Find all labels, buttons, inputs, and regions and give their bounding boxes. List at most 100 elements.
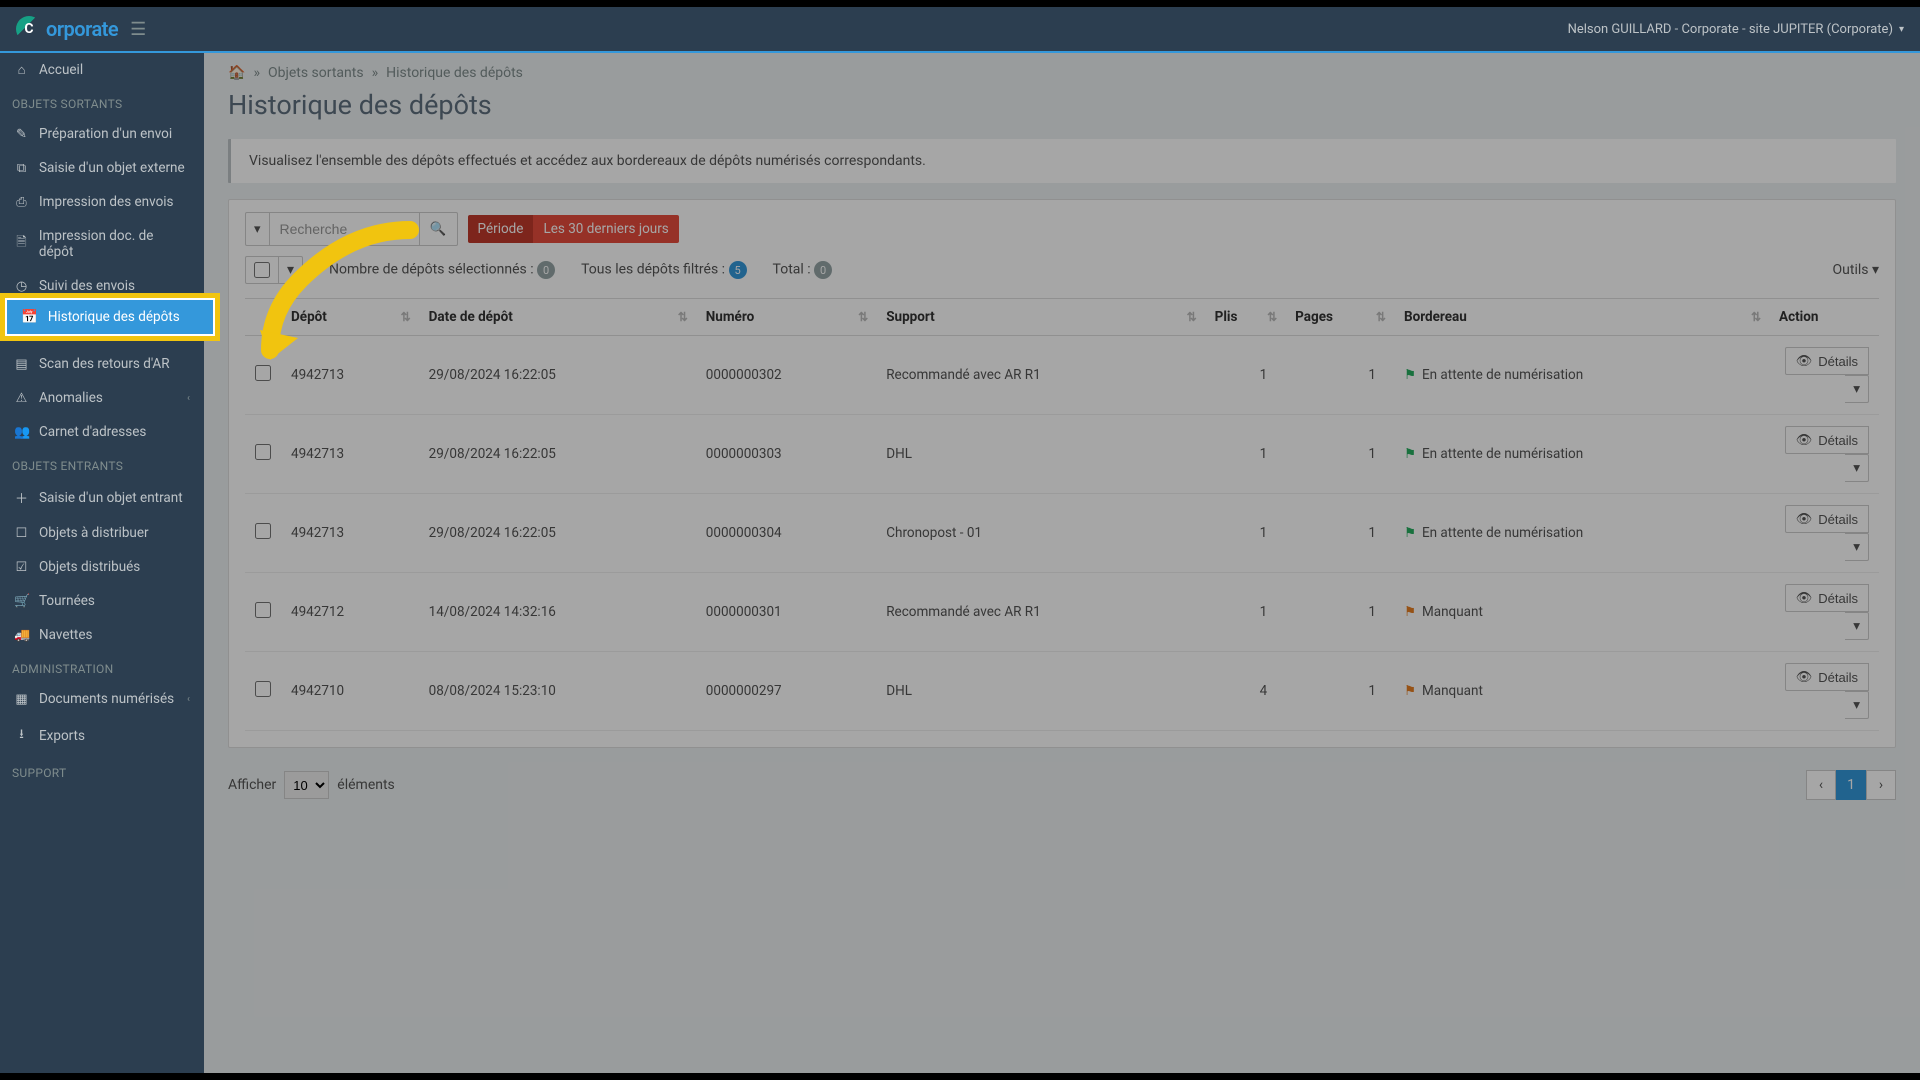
page-next-button[interactable]: › — [1866, 770, 1896, 800]
caret-down-icon: ▾ — [1872, 262, 1879, 278]
tools-menu[interactable]: Outils ▾ — [1833, 262, 1879, 278]
table-row: 494271329/08/2024 16:22:050000000302Reco… — [245, 336, 1879, 415]
search-input[interactable] — [270, 212, 420, 246]
sidebar-item-label: Accueil — [39, 62, 83, 78]
cell-numero: 0000000303 — [696, 415, 876, 494]
page-current[interactable]: 1 — [1836, 770, 1866, 800]
sidebar-item-label: Carnet d'adresses — [39, 424, 146, 440]
col-support[interactable]: Support⇅ — [876, 299, 1204, 336]
sidebar-item-preparation[interactable]: ✎Préparation d'un envoi — [0, 117, 204, 151]
details-menu-button[interactable]: ▾ — [1845, 375, 1869, 403]
table-row: 494271329/08/2024 16:22:050000000303DHL1… — [245, 415, 1879, 494]
sidebar-item-saisie-entrant[interactable]: ＋Saisie d'un objet entrant — [0, 479, 204, 516]
print-icon: ⎙ — [14, 195, 29, 210]
col-action: Action — [1769, 299, 1879, 336]
sidebar-item-impression-doc[interactable]: 🗎Impression doc. de dépôt — [0, 219, 204, 269]
sidebar-item-carnet[interactable]: 👥Carnet d'adresses — [0, 415, 204, 449]
breadcrumb-home[interactable]: 🏠 — [228, 65, 245, 81]
breadcrumb-l1[interactable]: Objets sortants — [268, 65, 364, 81]
page-length-select[interactable]: 10 — [284, 771, 329, 799]
col-numero[interactable]: Numéro⇅ — [696, 299, 876, 336]
flag-icon: ⚑ — [1404, 683, 1416, 693]
cell-numero: 0000000302 — [696, 336, 876, 415]
brand-logo[interactable]: C orporate — [16, 16, 118, 42]
row-checkbox[interactable] — [255, 602, 271, 618]
sort-icon: ⇅ — [1267, 313, 1277, 321]
sidebar-section-entrants: OBJETS ENTRANTS — [0, 449, 204, 479]
sort-icon: ⇅ — [858, 313, 868, 321]
filtered-count-badge: 5 — [729, 261, 747, 279]
cell-plis: 1 — [1205, 494, 1286, 573]
period-badge[interactable]: Période Les 30 derniers jours — [468, 215, 679, 243]
selected-count-badge: 0 — [537, 261, 555, 279]
details-menu-button[interactable]: ▾ — [1845, 454, 1869, 482]
col-depot[interactable]: Dépôt⇅ — [281, 299, 419, 336]
cell-support: Recommandé avec AR R1 — [876, 573, 1204, 652]
sidebar-toggle-icon[interactable]: ☰ — [130, 19, 146, 40]
sidebar-item-label: Impression des envois — [39, 194, 174, 210]
cell-date: 29/08/2024 16:22:05 — [419, 415, 696, 494]
sidebar-item-exports[interactable]: ⭳Exports — [0, 716, 204, 756]
deposits-table: Dépôt⇅ Date de dépôt⇅ Numéro⇅ Support⇅ P… — [245, 298, 1879, 731]
row-checkbox[interactable] — [255, 444, 271, 460]
sidebar-item-historique[interactable]: 📅 Historique des dépôts — [7, 300, 213, 334]
col-date[interactable]: Date de dépôt⇅ — [419, 299, 696, 336]
details-menu-button[interactable]: ▾ — [1845, 612, 1869, 640]
eye-icon: 👁 — [1796, 511, 1813, 527]
user-context-menu[interactable]: Nelson GUILLARD - Corporate - site JUPIT… — [1568, 22, 1904, 37]
cell-support: DHL — [876, 652, 1204, 731]
sidebar-item-objets-distribuer[interactable]: ☐Objets à distribuer — [0, 516, 204, 550]
document-icon: 🗎 — [14, 233, 29, 255]
cell-bordereau: ⚑Manquant — [1394, 652, 1769, 731]
sidebar-section-support: SUPPORT — [0, 756, 204, 786]
cell-date: 14/08/2024 14:32:16 — [419, 573, 696, 652]
col-bordereau[interactable]: Bordereau⇅ — [1394, 299, 1769, 336]
cell-numero: 0000000301 — [696, 573, 876, 652]
show-label: Afficher — [228, 777, 276, 793]
details-button[interactable]: 👁Détails — [1785, 347, 1869, 375]
row-checkbox[interactable] — [255, 681, 271, 697]
select-all-checkbox[interactable] — [254, 262, 270, 278]
sidebar-item-tournees[interactable]: 🛒Tournées — [0, 584, 204, 618]
cell-bordereau: ⚑En attente de numérisation — [1394, 336, 1769, 415]
check-icon: ☑ — [14, 560, 29, 575]
page-prev-button[interactable]: ‹ — [1806, 770, 1836, 800]
cell-support: Recommandé avec AR R1 — [876, 336, 1204, 415]
cell-depot: 4942712 — [281, 573, 419, 652]
sidebar-item-docnum[interactable]: ▦Documents numérisés‹ — [0, 682, 204, 716]
eye-icon: 👁 — [1796, 353, 1813, 369]
plus-icon: ＋ — [14, 488, 29, 507]
details-button[interactable]: 👁Détails — [1785, 426, 1869, 454]
sidebar-item-navettes[interactable]: 🚚 Navettes — [0, 618, 204, 652]
sidebar-item-home[interactable]: ⌂Accueil — [0, 53, 204, 87]
page-description: Visualisez l'ensemble des dépôts effectu… — [228, 139, 1896, 183]
cell-depot: 4942713 — [281, 415, 419, 494]
col-plis[interactable]: Plis⇅ — [1205, 299, 1286, 336]
sidebar-item-anomalies[interactable]: ⚠Anomalies‹ — [0, 381, 204, 415]
col-pages[interactable]: Pages⇅ — [1285, 299, 1394, 336]
scan-icon: ▤ — [14, 357, 29, 372]
select-all-caret[interactable]: ▾ — [279, 257, 302, 283]
sidebar-item-scan-ar[interactable]: ▤Scan des retours d'AR — [0, 347, 204, 381]
row-checkbox[interactable] — [255, 523, 271, 539]
sidebar-item-label: Navettes — [39, 627, 92, 643]
sidebar-item-impression-envois[interactable]: ⎙ Impression des envois — [0, 185, 204, 219]
inbox-icon: ☐ — [14, 526, 29, 541]
row-checkbox[interactable] — [255, 365, 271, 381]
sidebar-item-objets-distribues[interactable]: ☑Objets distribués — [0, 550, 204, 584]
cell-bordereau: ⚑En attente de numérisation — [1394, 415, 1769, 494]
details-menu-button[interactable]: ▾ — [1845, 533, 1869, 561]
caret-down-icon: ▾ — [254, 221, 261, 237]
search-button[interactable]: 🔍 — [420, 212, 458, 246]
sidebar-item-saisie-externe[interactable]: ⧉Saisie d'un objet externe — [0, 151, 204, 185]
details-button[interactable]: 👁Détails — [1785, 663, 1869, 691]
cell-support: DHL — [876, 415, 1204, 494]
total-count-badge: 0 — [814, 261, 832, 279]
sidebar-item-label: Saisie d'un objet externe — [39, 160, 185, 176]
truck-icon: 🚚 — [14, 628, 29, 643]
breadcrumb-l2: Historique des dépôts — [386, 65, 523, 81]
details-button[interactable]: 👁Détails — [1785, 584, 1869, 612]
details-menu-button[interactable]: ▾ — [1845, 691, 1869, 719]
details-button[interactable]: 👁Détails — [1785, 505, 1869, 533]
search-filter-button[interactable]: ▾ — [245, 212, 270, 246]
